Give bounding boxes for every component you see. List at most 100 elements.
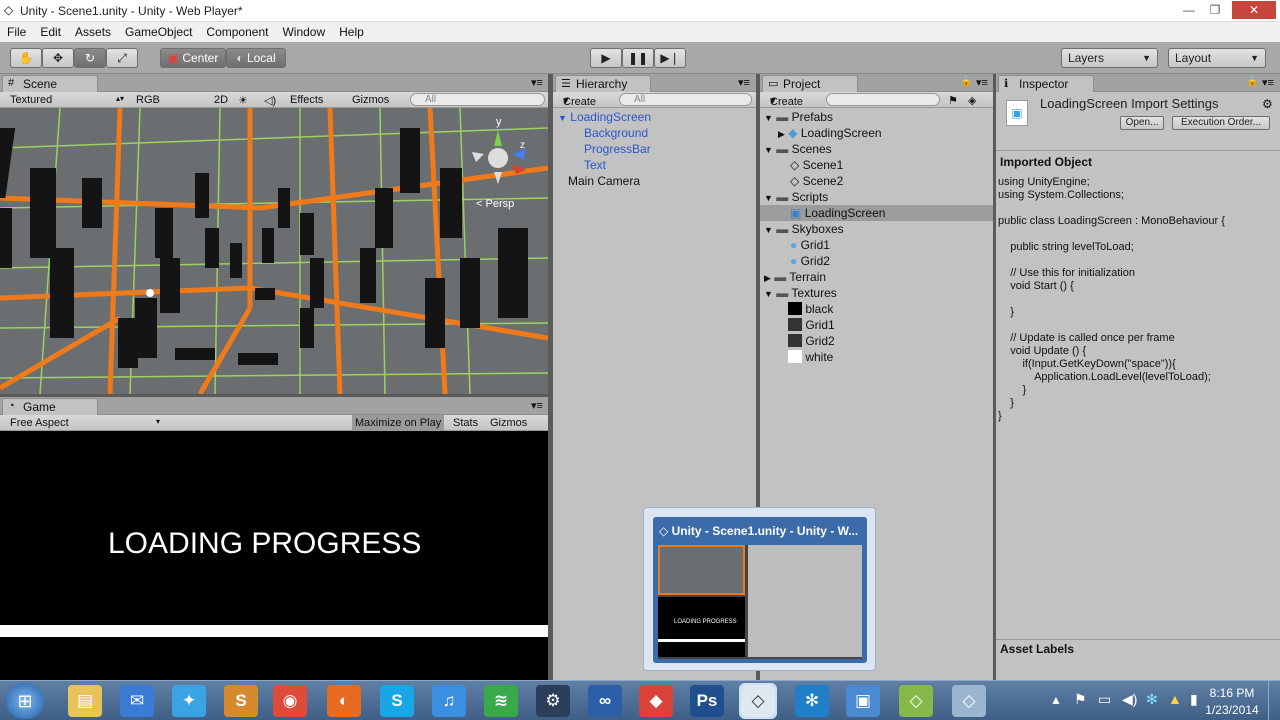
thunderbird-icon[interactable]: ✉ [120, 685, 154, 717]
list-item[interactable]: ProgressBar [553, 141, 756, 157]
menu-help[interactable]: Help [332, 22, 371, 39]
move-tool-icon[interactable]: ✥ [42, 48, 74, 68]
filter-type-icon[interactable]: ⚑ [948, 94, 958, 107]
menu-edit[interactable]: Edit [33, 22, 68, 39]
itunes-icon[interactable]: ♫ [432, 685, 466, 717]
shading-dropdown[interactable]: Textured [10, 94, 52, 106]
list-item[interactable]: ▼ ▬ Textures [760, 285, 993, 301]
list-item[interactable]: ◇ Scene2 [760, 173, 993, 189]
execution-order-button[interactable]: Execution Order... [1172, 116, 1270, 130]
unity-icon[interactable]: ◇ [739, 683, 777, 719]
visualstudio-icon[interactable]: ∞ [588, 685, 622, 717]
lock-icon[interactable]: 🔒 [960, 76, 972, 87]
flag-icon[interactable]: ⚑ [1074, 691, 1087, 708]
hand-tool-icon[interactable]: ✋ [10, 48, 42, 68]
photoshop-icon[interactable]: Ps [690, 685, 724, 717]
lighting-toggle-icon[interactable]: ☀ [238, 94, 248, 107]
list-item[interactable]: ● Grid2 [760, 253, 993, 269]
aspect-dropdown[interactable]: Free Aspect [10, 417, 69, 429]
create-dropdown[interactable]: Create ▾ [770, 94, 803, 108]
chrome-icon[interactable]: ◉ [273, 685, 307, 717]
scene-search-input[interactable]: All [410, 93, 545, 106]
render-mode-dropdown[interactable]: RGB [136, 94, 160, 106]
menu-assets[interactable]: Assets [68, 22, 118, 39]
layout-dropdown[interactable]: Layout ▼ [1168, 48, 1266, 68]
explorer-icon[interactable]: ▤ [68, 685, 102, 717]
audio-toggle-icon[interactable]: ◁) [264, 94, 276, 107]
list-item[interactable]: Text [553, 157, 756, 173]
twitter-icon[interactable]: ✦ [172, 685, 206, 717]
list-item[interactable]: Grid2 [760, 333, 993, 349]
volume-icon[interactable]: ◀) [1122, 691, 1137, 708]
show-desktop-button[interactable] [1268, 681, 1280, 720]
list-item[interactable]: ● Grid1 [760, 237, 993, 253]
list-item[interactable]: white [760, 349, 993, 365]
list-item[interactable]: ▣ LoadingScreen [760, 205, 993, 221]
tab-hierarchy[interactable]: ☰ Hierarchy [555, 75, 651, 92]
pivot-center-button[interactable]: ▣ Center [160, 48, 226, 68]
filter-label-icon[interactable]: ◈ [968, 94, 976, 107]
list-item[interactable]: ▼ ▬ Prefabs [760, 109, 993, 125]
list-item[interactable]: ▼ LoadingScreen [553, 109, 756, 125]
list-item[interactable]: ▼ ▬ Skyboxes [760, 221, 993, 237]
menu-file[interactable]: File [0, 22, 33, 39]
tab-inspector[interactable]: ℹ Inspector [998, 75, 1094, 92]
window-app-icon[interactable]: ▣ [846, 685, 880, 717]
skype-icon[interactable]: S [380, 685, 414, 717]
taskbar-thumbnail-preview[interactable]: ◇ Unity - Scene1.unity - Unity - W... LO… [643, 507, 876, 671]
menu-gameobject[interactable]: GameObject [118, 22, 199, 39]
close-button[interactable]: ✕ [1232, 1, 1276, 19]
pivot-local-button[interactable]: ◐ Local [226, 48, 286, 68]
mode-2d-toggle[interactable]: 2D [214, 94, 228, 106]
snowflake-app-icon[interactable]: ✻ [795, 685, 829, 717]
drive-icon[interactable]: ▲ [1168, 691, 1182, 707]
list-item[interactable]: ▶ ◆ LoadingScreen [760, 125, 993, 141]
play-button[interactable]: ▶ [590, 48, 622, 68]
scene-viewport[interactable] [0, 108, 548, 394]
stats-toggle[interactable]: Stats [453, 417, 478, 429]
device-icon[interactable]: ▭ [1098, 691, 1111, 708]
list-item[interactable]: Main Camera [553, 173, 756, 189]
steam-icon[interactable]: ⚙ [536, 685, 570, 717]
spotify-icon[interactable]: ≋ [484, 685, 518, 717]
panel-menu-icon[interactable]: ▾≡ [531, 76, 543, 89]
gear-icon[interactable]: ⚙ [1262, 97, 1273, 111]
unity-app-icon-2[interactable]: ◇ [899, 685, 933, 717]
tab-scene[interactable]: # Scene [2, 75, 98, 92]
list-item[interactable]: ▶ ▬ Terrain [760, 269, 993, 285]
hierarchy-search-input[interactable]: All [619, 93, 752, 106]
list-item[interactable]: ▼ ▬ Scenes [760, 141, 993, 157]
network-icon[interactable]: ▮ [1190, 691, 1198, 708]
tab-project[interactable]: ▭ Project [762, 75, 858, 92]
panel-menu-icon[interactable]: ▾≡ [738, 76, 750, 89]
gem-app-icon[interactable]: ◆ [639, 685, 673, 717]
list-item[interactable]: ▼ ▬ Scripts [760, 189, 993, 205]
menu-component[interactable]: Component [199, 22, 275, 39]
panel-menu-icon[interactable]: ▾≡ [1262, 76, 1274, 89]
clock-date[interactable]: 1/23/2014 [1200, 703, 1264, 717]
project-search-input[interactable] [826, 93, 940, 106]
create-dropdown[interactable]: Create ▾ [563, 94, 596, 108]
start-button-icon[interactable]: ⊞ [6, 683, 44, 719]
projection-label[interactable]: < Persp [476, 198, 514, 210]
maximize-on-play-toggle[interactable]: Maximize on Play [352, 415, 445, 430]
tray-expand-icon[interactable]: ▲ [1050, 693, 1062, 707]
menu-window[interactable]: Window [275, 22, 332, 39]
minimize-button[interactable]: — [1176, 1, 1202, 19]
firefox-icon[interactable]: ◐ [327, 685, 361, 717]
maximize-button[interactable]: ❐ [1202, 1, 1228, 19]
list-item[interactable]: Background [553, 125, 756, 141]
list-item[interactable]: Grid1 [760, 317, 993, 333]
gizmos-dropdown[interactable]: Gizmos [352, 94, 389, 106]
list-item[interactable]: black [760, 301, 993, 317]
panel-menu-icon[interactable]: ▾≡ [531, 399, 543, 412]
tab-game[interactable]: ◔ Game [2, 398, 98, 415]
game-gizmos-dropdown[interactable]: Gizmos [490, 417, 527, 429]
open-button[interactable]: Open... [1120, 116, 1164, 130]
scale-tool-icon[interactable]: ⤢ [106, 48, 138, 68]
dropbox-icon[interactable]: ✻ [1146, 691, 1158, 708]
effects-dropdown[interactable]: Effects [290, 94, 323, 106]
unity-app-icon-3[interactable]: ◇ [952, 685, 986, 717]
rotate-tool-icon[interactable]: ↻ [74, 48, 106, 68]
layers-dropdown[interactable]: Layers ▼ [1061, 48, 1158, 68]
